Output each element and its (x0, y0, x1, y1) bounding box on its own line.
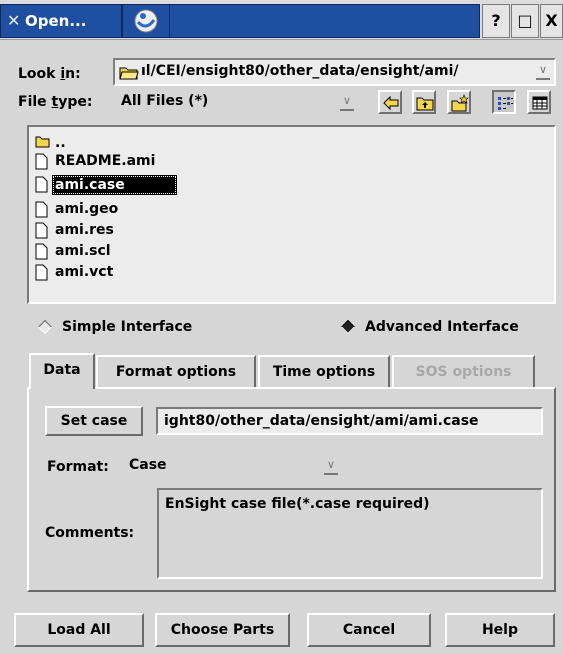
tab-format-options[interactable]: Format options (96, 355, 256, 387)
file-name: ami.vct (55, 264, 114, 280)
file-icon (35, 243, 48, 260)
folder-up-icon (416, 97, 434, 111)
tab-time-options[interactable]: Time options (258, 355, 390, 387)
folder-icon (35, 136, 50, 148)
file-icon (35, 222, 48, 239)
help-title-button[interactable]: ? (482, 4, 510, 38)
folder-open-icon (119, 67, 139, 80)
new-folder-button[interactable] (447, 90, 471, 114)
list-view-icon (498, 97, 513, 110)
new-folder-icon (451, 94, 469, 112)
list-view-button[interactable] (492, 90, 516, 114)
comments-text: EnSight case file(*.case required) (157, 488, 543, 579)
window-title-tab[interactable]: ✕ Open... (0, 4, 122, 38)
close-button[interactable]: X (540, 4, 563, 38)
load-all-button[interactable]: Load All (14, 613, 144, 647)
file-icon (35, 176, 48, 193)
case-path-field[interactable]: ight80/other_data/ensight/ami/ami.case (156, 407, 543, 435)
choose-parts-button[interactable]: Choose Parts (155, 613, 290, 647)
title-bar-fill[interactable] (170, 4, 480, 38)
app-menu-button[interactable] (122, 4, 170, 38)
maximize-button[interactable]: □ (511, 4, 539, 38)
look-in-label: Look in: (18, 66, 81, 82)
detail-view-icon (532, 96, 548, 110)
file-icon (35, 264, 48, 281)
cancel-button[interactable]: Cancel (307, 613, 431, 647)
up-folder-button[interactable] (412, 90, 436, 114)
title-bar[interactable]: ✕ Open... ? □ X (0, 0, 563, 40)
chevron-down-icon[interactable]: ∨ (340, 95, 354, 111)
format-value: Case (129, 457, 167, 473)
file-type-combo[interactable]: All Files (*) ∨ (113, 88, 362, 116)
radio-diamond-icon (37, 319, 53, 335)
x-logo-icon: ✕ (7, 11, 21, 30)
file-name: ami.case (52, 175, 177, 195)
file-type-label: File type: (18, 94, 93, 110)
app-swirl-icon (134, 9, 158, 33)
tab-data[interactable]: Data (29, 353, 95, 389)
simple-interface-label: Simple Interface (62, 319, 193, 335)
format-label: Format: (47, 459, 109, 475)
file-name: .. (55, 135, 66, 151)
file-name: ami.res (55, 222, 114, 238)
file-list[interactable]: .. README.ami ami.case ami.geo ami.res a… (27, 125, 556, 304)
file-type-value: All Files (*) (121, 93, 209, 109)
set-case-button[interactable]: Set case (45, 406, 143, 436)
help-button[interactable]: Help (445, 613, 555, 647)
advanced-interface-label: Advanced Interface (365, 319, 519, 335)
file-name: ami.scl (55, 243, 111, 259)
arrow-left-icon (383, 95, 399, 111)
look-in-combo[interactable]: ıl/CEI/ensight80/other_data/ensight/ami/… (113, 58, 556, 86)
detail-view-button[interactable] (527, 90, 551, 114)
tab-panel-data: Set case ight80/other_data/ensight/ami/a… (27, 387, 556, 592)
comments-label: Comments: (45, 525, 135, 541)
format-combo[interactable]: Case ∨ (125, 452, 346, 480)
file-name: README.ami (55, 153, 156, 169)
look-in-value: ıl/CEI/ensight80/other_data/ensight/ami/ (141, 63, 459, 79)
tab-sos-options[interactable]: SOS options (392, 355, 535, 387)
chevron-down-icon[interactable]: ∨ (536, 64, 550, 80)
window-title: Open... (25, 12, 87, 30)
file-icon (35, 153, 48, 170)
radio-diamond-icon (340, 319, 356, 335)
chevron-down-icon[interactable]: ∨ (324, 459, 338, 475)
file-icon (35, 201, 48, 218)
back-button[interactable] (378, 90, 402, 114)
file-name: ami.geo (55, 201, 119, 217)
